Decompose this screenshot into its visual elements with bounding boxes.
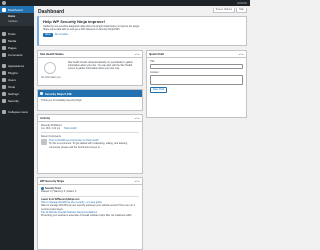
media-icon	[2, 38, 6, 43]
menu-label: Comments	[8, 52, 23, 57]
admin-bar-account[interactable]	[237, 2, 247, 4]
menu-label: Users	[8, 77, 16, 82]
ninja-logo-icon	[40, 92, 43, 95]
menu-label: Pages	[8, 45, 17, 50]
save-draft-button[interactable]: Save Draft	[150, 87, 168, 94]
collapse-menu[interactable]: Collapse menu	[0, 108, 34, 115]
menu-label: Appearance	[8, 63, 25, 68]
widget-controls-icon[interactable]: ▴▾▴	[239, 53, 244, 56]
opt-in-notice: Help WP Security Ninja improve! Gatherin…	[37, 16, 247, 46]
menu-label: Collapse menu	[8, 109, 29, 114]
do-not-allow-link[interactable]: Do not allow	[55, 33, 68, 37]
menu-users[interactable]: Users	[0, 76, 34, 83]
news-post-text-2: Protecting your website is essential. A …	[41, 214, 133, 218]
admin-sidebar: Dashboard Home Updates Posts Media Pages…	[0, 6, 34, 250]
menu-dashboard[interactable]: Dashboard	[0, 6, 34, 13]
draft-content-textarea[interactable]	[150, 75, 243, 86]
menu-media[interactable]: Media	[0, 37, 34, 44]
wp-security-ninja-widget: WP Security Ninja ▴▾▴ Security Tests Pas…	[37, 177, 143, 250]
quick-draft-widget: Quick Draft ▴▾▴ Title Content Save Draft	[146, 50, 247, 118]
menu-pages[interactable]: Pages	[0, 44, 34, 51]
security-ninja-widget: Security Ninja 5.168 Thank you for insta…	[37, 89, 143, 111]
notice-text-2: Share some data with us and get a 20% di…	[43, 28, 121, 32]
collapse-icon	[2, 109, 6, 114]
screen-meta-links: Screen Options Help	[212, 8, 247, 13]
site-health-widget: Site Health Status ▴▾▴ No information ye…	[37, 50, 143, 86]
widget-title: WP Security Ninja	[40, 179, 64, 183]
comments-icon	[2, 52, 6, 57]
menu-label: Media	[8, 38, 17, 43]
page-title: Dashboard	[38, 9, 65, 15]
submenu-updates[interactable]: Updates	[0, 19, 34, 24]
appearance-icon	[2, 63, 6, 68]
dashboard-icon	[2, 7, 6, 12]
comment-text: Hi, this is a comment. To get started wi…	[49, 142, 128, 149]
wordpress-logo-icon[interactable]	[2, 1, 6, 5]
menu-posts[interactable]: Posts	[0, 30, 34, 37]
menu-label: Tools	[8, 84, 16, 89]
publish-date: Jun 16th, 4:22 pm	[41, 127, 61, 131]
menu-security[interactable]: Security	[0, 97, 34, 104]
recent-comments-heading: Recent Comments	[41, 134, 61, 138]
security-ninja-header: Security Ninja 5.168	[38, 90, 142, 97]
post-link[interactable]: Hello world!	[64, 127, 77, 130]
menu-label: Security	[8, 98, 19, 103]
allow-button[interactable]: Allow	[43, 33, 53, 38]
menu-tools[interactable]: Tools	[0, 83, 34, 90]
posts-icon	[2, 31, 6, 36]
menu-label: Posts	[8, 31, 16, 36]
menu-label: Dashboard	[8, 7, 23, 12]
health-status: No information yet...	[41, 76, 63, 79]
tools-icon	[2, 84, 6, 89]
title-label: Title	[150, 60, 155, 63]
menu-label: Settings	[8, 91, 19, 96]
draft-title-input[interactable]	[150, 64, 243, 70]
settings-icon	[2, 91, 6, 96]
widget-controls-icon[interactable]: ▴▾▴	[135, 53, 140, 56]
shield-icon	[2, 98, 6, 103]
activity-widget: Activity ▴▾▴ Recently Published Jun 16th…	[37, 114, 143, 174]
avatar	[41, 139, 47, 146]
health-text: Site health checks will automatically ru…	[68, 61, 133, 71]
menu-comments[interactable]: Comments	[0, 51, 34, 58]
menu-appearance[interactable]: Appearance	[0, 62, 34, 69]
menu-plugins[interactable]: Plugins	[0, 69, 34, 76]
widget-controls-icon[interactable]: ▴▾▴	[135, 117, 140, 120]
plugins-icon	[2, 70, 6, 75]
admin-bar	[0, 0, 250, 6]
users-icon	[2, 77, 6, 82]
widget-title: Quick Draft	[149, 52, 165, 56]
widget-controls-icon[interactable]: ▴▾▴	[135, 180, 140, 183]
test-stats: Passed: 0 | Warning: 0 | Failed: 0	[41, 190, 77, 194]
screen-options-button[interactable]: Screen Options	[212, 8, 236, 13]
menu-label: Plugins	[8, 70, 18, 75]
widget-title: Security Ninja 5.168	[45, 91, 72, 96]
ninja-text: Thank you for installing Security Ninja!	[41, 99, 82, 102]
dashboard-submenu: Home Updates	[0, 13, 34, 26]
menu-settings[interactable]: Settings	[0, 90, 34, 97]
widget-title: Activity	[40, 116, 51, 120]
help-button[interactable]: Help	[236, 8, 247, 13]
health-progress-circle	[44, 62, 56, 74]
pages-icon	[2, 45, 6, 50]
content-label: Content	[150, 71, 159, 75]
widget-title: Site Health Status	[40, 52, 64, 56]
